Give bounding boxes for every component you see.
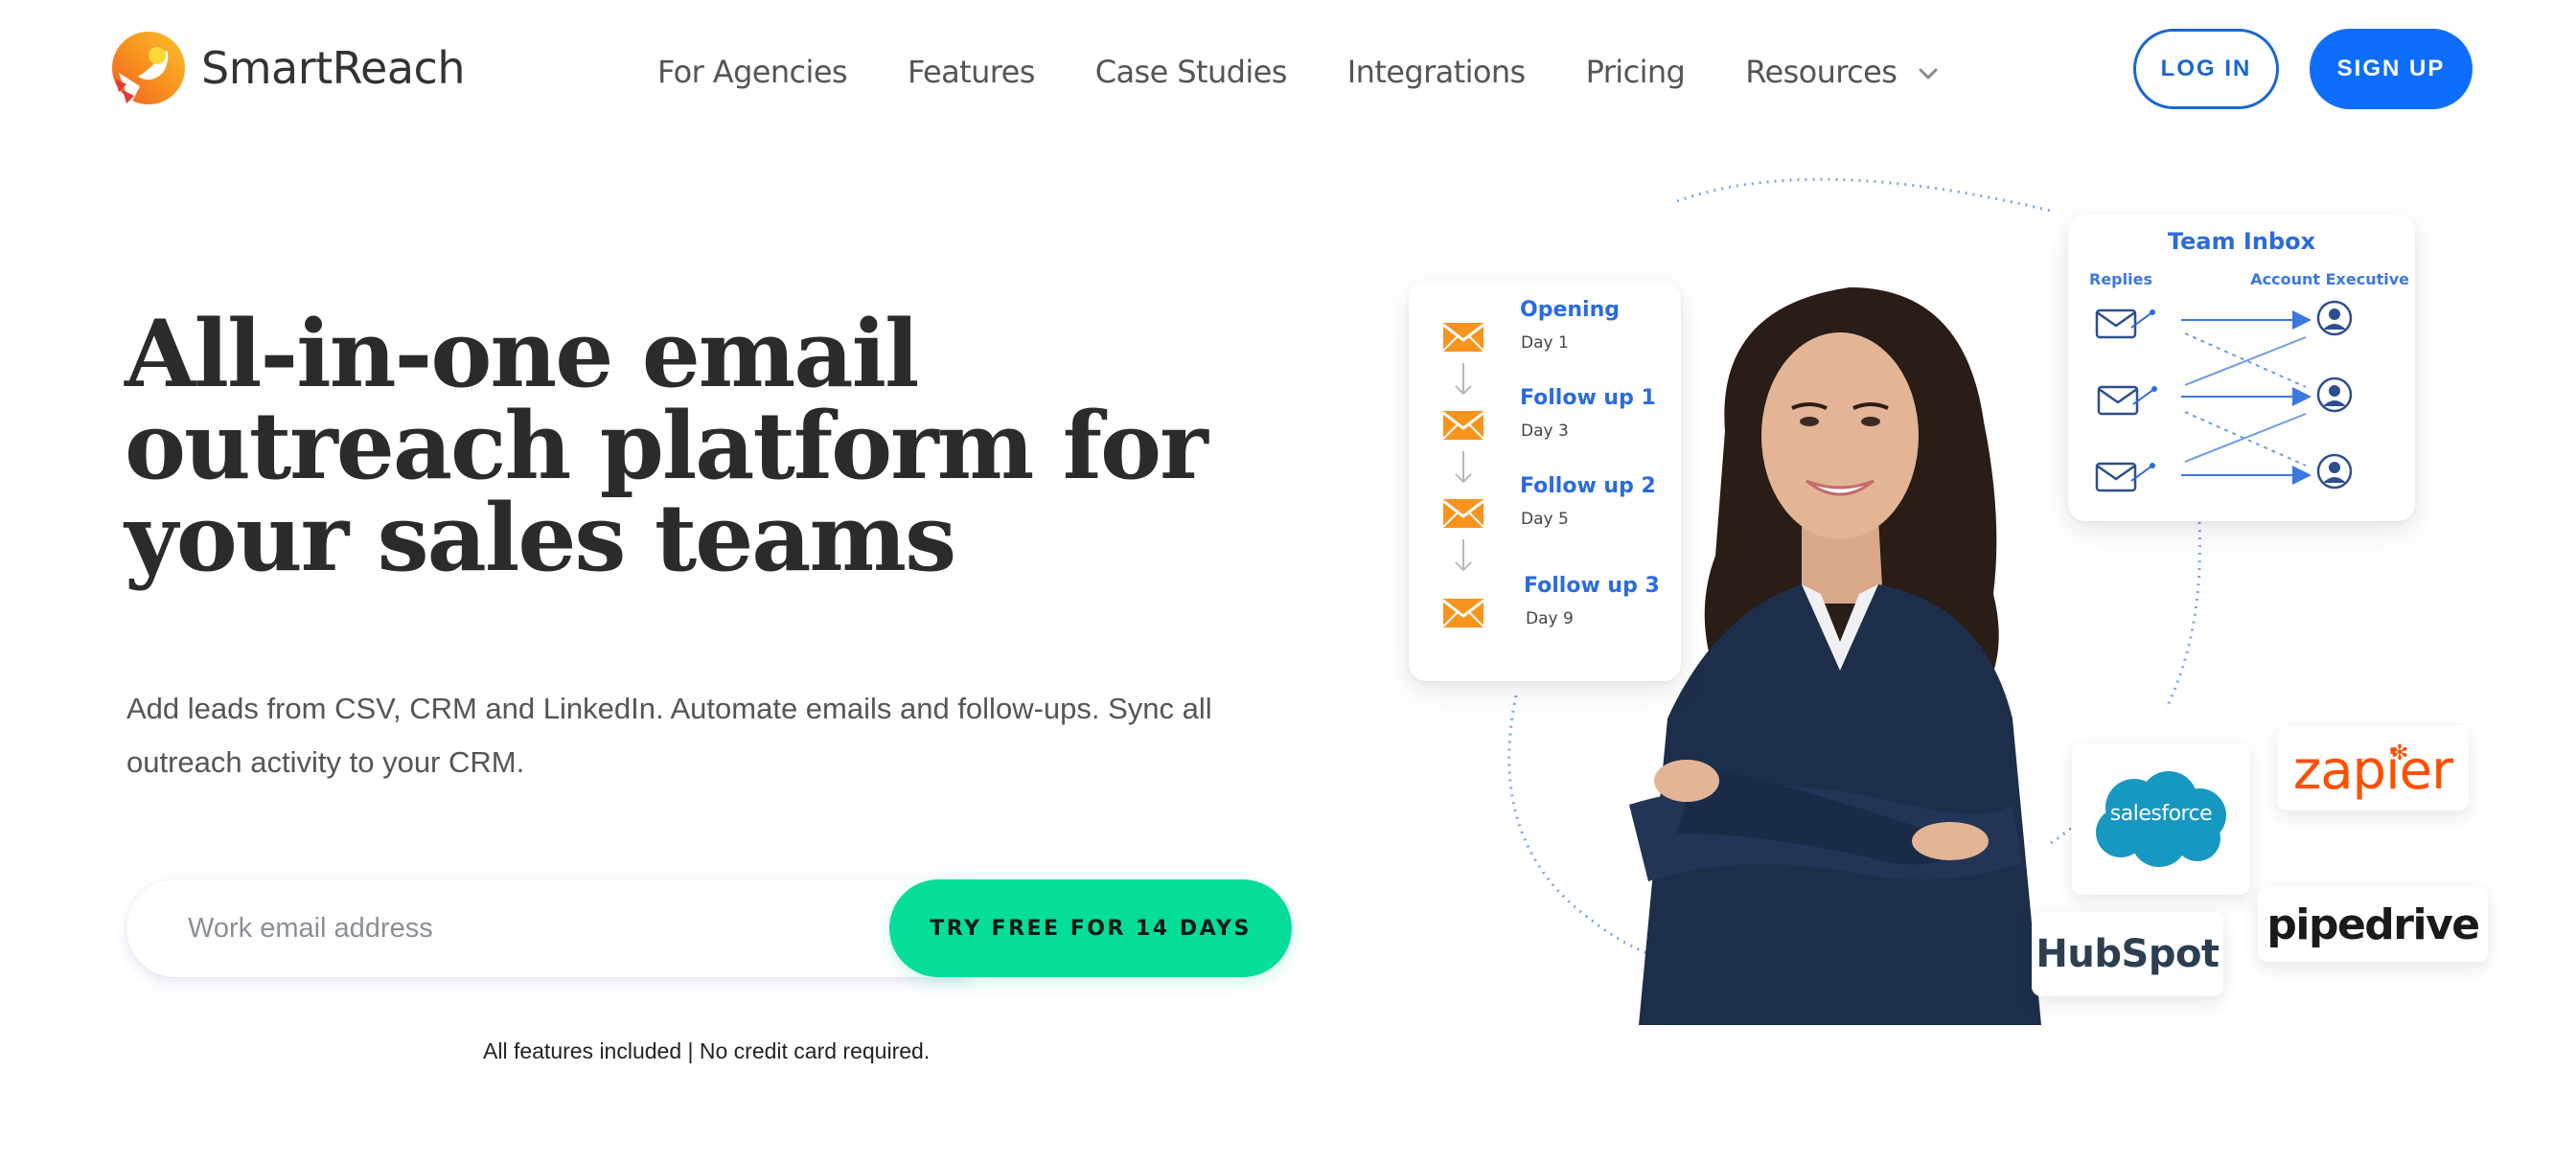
account-executive-icon: [2316, 300, 2353, 336]
pipedrive-wordmark: pipedrive: [2266, 900, 2480, 949]
salesforce-logo: salesforce: [2072, 743, 2250, 895]
reply-envelope-icon: [2097, 384, 2159, 416]
login-button[interactable]: LOG IN: [2133, 29, 2279, 109]
hero-title: All-in-one email outreach platform for y…: [125, 300, 1208, 592]
reply-envelope-icon: [2095, 308, 2157, 339]
hero-subtitle: Add leads from CSV, CRM and LinkedIn. Au…: [126, 692, 1212, 779]
team-inbox-card: Team Inbox Replies Account Executive: [2068, 215, 2415, 521]
arrow-down-icon: [1455, 451, 1472, 484]
hero-illustration: Opening Day 1 Follow up 1 Day 3 Follow u…: [1380, 172, 2492, 1025]
reply-routing-diagram: [2095, 300, 2353, 492]
zapier-wordmark: zapier: [2292, 740, 2453, 802]
account-executive-icon: [2316, 453, 2353, 490]
reply-envelope-icon: [2095, 461, 2157, 492]
zapier-logo: zapier ✻: [2277, 726, 2469, 810]
work-email-input[interactable]: [126, 879, 970, 977]
replies-label: Replies: [2089, 270, 2152, 288]
try-free-button[interactable]: TRY FREE FOR 14 DAYS: [889, 879, 1292, 977]
nav-features[interactable]: Features: [908, 54, 1035, 90]
salesforce-wordmark: salesforce: [2109, 802, 2213, 826]
account-executive-icon: [2316, 376, 2353, 413]
asterisk-icon: ✻: [2390, 741, 2408, 765]
nav-resources[interactable]: Resources: [1745, 54, 1898, 90]
account-executive-label: Account Executive: [2250, 270, 2409, 288]
sequence-step-title: Opening: [1520, 298, 1620, 322]
rocket-logo-icon: [112, 32, 185, 105]
fineprint: All features included | No credit card r…: [483, 1038, 931, 1063]
nav-integrations[interactable]: Integrations: [1347, 54, 1526, 90]
email-sequence-card: Opening Day 1 Follow up 1 Day 3 Follow u…: [1409, 281, 1681, 681]
signup-form: TRY FREE FOR 14 DAYS: [126, 879, 1292, 977]
signup-button[interactable]: SIGN UP: [2310, 29, 2472, 109]
chevron-down-icon[interactable]: [1918, 67, 1939, 80]
sequence-step-title: Follow up 3: [1524, 574, 1660, 598]
envelope-icon: [1443, 499, 1484, 528]
sequence-step-day: Day 1: [1521, 333, 1569, 353]
nav-for-agencies[interactable]: For Agencies: [657, 54, 848, 90]
sequence-step-title: Follow up 2: [1520, 474, 1656, 498]
pipedrive-logo: pipedrive: [2258, 887, 2488, 962]
sequence-step-day: Day 9: [1526, 609, 1574, 628]
envelope-icon: [1443, 323, 1484, 352]
nav-pricing[interactable]: Pricing: [1586, 54, 1686, 90]
hubspot-wordmark: HubSpot: [2036, 932, 2220, 976]
sequence-step-title: Follow up 1: [1520, 386, 1656, 410]
team-inbox-title: Team Inbox: [2167, 228, 2316, 255]
sequence-step-day: Day 5: [1521, 510, 1569, 529]
main-nav: For Agencies Features Case Studies Integ…: [657, 54, 1939, 90]
brand-name: SmartReach: [201, 42, 465, 94]
envelope-icon: [1443, 599, 1484, 627]
arrow-down-icon: [1455, 363, 1472, 396]
envelope-icon: [1443, 411, 1484, 440]
sequence-step-day: Day 3: [1521, 422, 1569, 441]
hubspot-logo: HubSpot: [2032, 912, 2223, 996]
brand-logo[interactable]: SmartReach: [109, 29, 465, 107]
nav-case-studies[interactable]: Case Studies: [1095, 54, 1288, 90]
arrow-down-icon: [1455, 539, 1472, 572]
